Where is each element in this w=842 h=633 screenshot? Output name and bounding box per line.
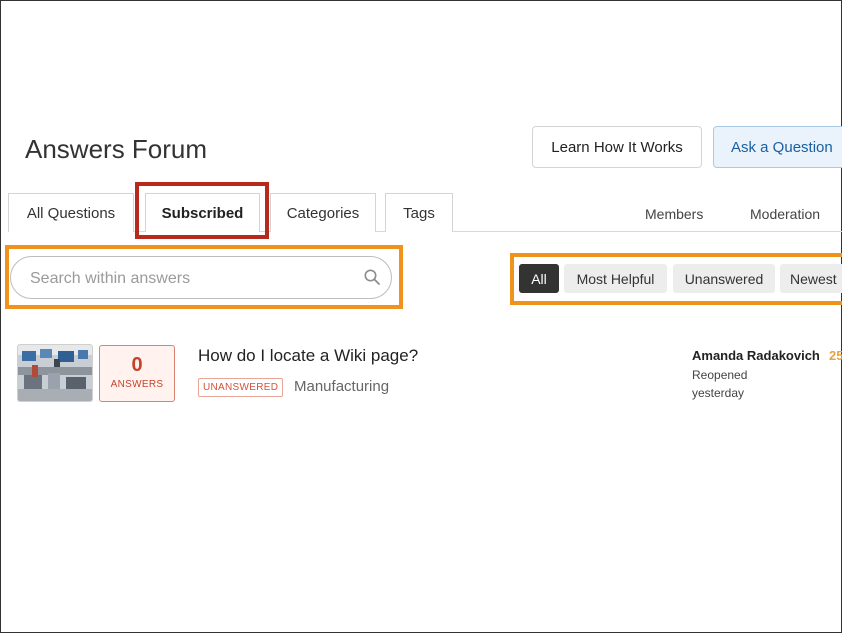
question-thumbnail[interactable] <box>17 344 93 402</box>
filter-most-helpful[interactable]: Most Helpful <box>564 264 667 293</box>
answers-count: 0 <box>131 354 143 376</box>
filter-newest[interactable]: Newest <box>780 264 842 293</box>
filter-all[interactable]: All <box>519 264 559 293</box>
learn-how-it-works-button[interactable]: Learn How It Works <box>532 126 702 168</box>
moderation-link[interactable]: Moderation <box>750 206 820 222</box>
screenshot-frame <box>0 0 842 633</box>
answers-label: ANSWERS <box>110 379 164 390</box>
status-badge: UNANSWERED <box>198 378 284 397</box>
page-title: Answers Forum <box>25 134 208 164</box>
category-link[interactable]: Manufacturing <box>294 378 389 395</box>
tab-categories[interactable]: Categories <box>270 193 376 232</box>
ask-question-button[interactable]: Ask a Question <box>713 126 842 168</box>
tab-tags[interactable]: Tags <box>385 193 453 232</box>
author-name-link[interactable]: Amanda Radakovich <box>692 348 820 363</box>
activity-status: Reopened <box>692 368 748 382</box>
author-reputation: 25 <box>829 348 842 363</box>
tab-subscribed[interactable]: Subscribed <box>145 193 260 232</box>
filter-unanswered[interactable]: Unanswered <box>673 264 775 293</box>
factory-photo-image <box>18 345 92 401</box>
search-bar <box>10 256 392 300</box>
search-input[interactable] <box>28 257 352 300</box>
answers-count-box: 0 ANSWERS <box>99 345 175 402</box>
search-icon[interactable] <box>363 268 381 286</box>
tab-all-questions[interactable]: All Questions <box>8 193 134 232</box>
activity-time: yesterday <box>692 386 745 400</box>
question-title-link[interactable]: How do I locate a Wiki page? <box>198 346 418 366</box>
members-link[interactable]: Members <box>645 206 703 222</box>
